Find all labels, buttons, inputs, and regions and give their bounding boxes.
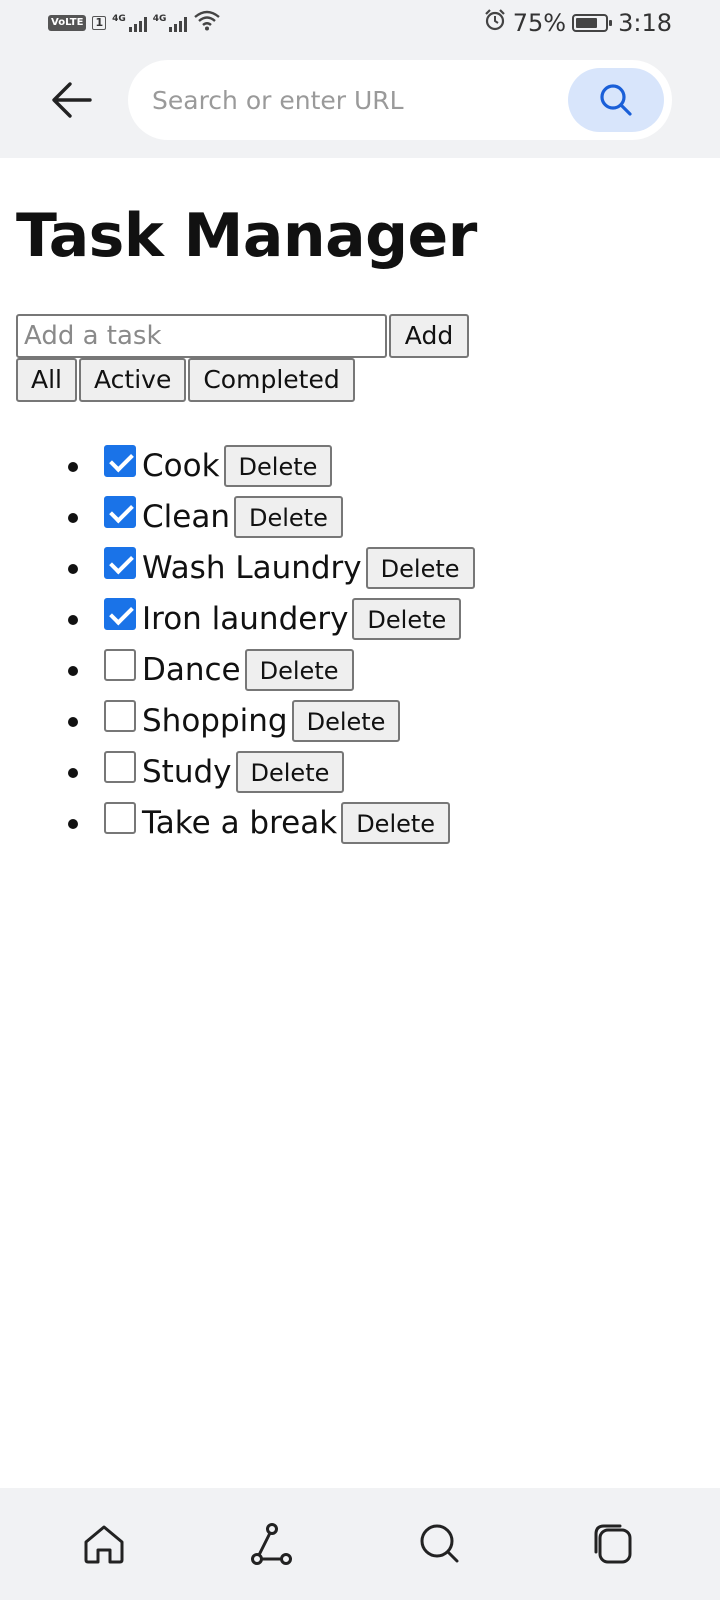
search-icon bbox=[600, 84, 632, 116]
bullet-icon bbox=[68, 462, 78, 472]
signal-icon: 4G bbox=[153, 14, 188, 32]
task-item: Shopping Delete bbox=[16, 695, 706, 746]
status-right: 75% 3:18 bbox=[483, 8, 672, 38]
search-button[interactable] bbox=[568, 68, 664, 132]
home-icon bbox=[84, 1525, 124, 1564]
share-nodes-icon bbox=[251, 1523, 292, 1565]
task-item: Study Delete bbox=[16, 746, 706, 797]
filter-row: All Active Completed bbox=[16, 358, 706, 402]
bullet-icon bbox=[68, 615, 78, 625]
add-task-row: Add bbox=[16, 314, 706, 358]
task-list: Cook Delete Clean Delete Wash Laundry Delete I… bbox=[16, 440, 706, 848]
filter-completed-button[interactable]: Completed bbox=[188, 358, 355, 402]
delete-button[interactable]: Delete bbox=[244, 648, 354, 691]
search-icon bbox=[420, 1524, 459, 1563]
nav-search-button[interactable] bbox=[412, 1516, 468, 1572]
task-item: Wash Laundry Delete bbox=[16, 542, 706, 593]
task-checkbox[interactable] bbox=[104, 699, 136, 732]
url-input[interactable] bbox=[152, 78, 562, 122]
task-label: Cook bbox=[142, 447, 220, 484]
task-label: Shopping bbox=[142, 702, 288, 739]
page-title: Task Manager bbox=[16, 201, 477, 271]
bullet-icon bbox=[68, 819, 78, 829]
bullet-icon bbox=[68, 666, 78, 676]
task-item: Cook Delete bbox=[16, 440, 706, 491]
task-checkbox[interactable] bbox=[104, 546, 136, 579]
task-item: Clean Delete bbox=[16, 491, 706, 542]
delete-button[interactable]: Delete bbox=[352, 597, 462, 640]
task-item: Dance Delete bbox=[16, 644, 706, 695]
clock: 3:18 bbox=[618, 9, 672, 37]
task-checkbox[interactable] bbox=[104, 444, 136, 477]
battery-percent: 75% bbox=[512, 9, 567, 37]
task-checkbox[interactable] bbox=[104, 750, 136, 783]
status-bar: VoLTE 1 4G 4G 75% 3:18 bbox=[0, 0, 720, 46]
alarm-icon bbox=[483, 8, 507, 38]
filter-all-button[interactable]: All bbox=[16, 358, 77, 402]
delete-button[interactable]: Delete bbox=[235, 750, 345, 793]
task-label: Study bbox=[142, 753, 232, 790]
status-left: VoLTE 1 4G 4G bbox=[48, 9, 221, 37]
delete-button[interactable]: Delete bbox=[223, 444, 333, 487]
wifi-icon bbox=[193, 9, 221, 37]
add-task-input[interactable] bbox=[16, 314, 387, 358]
task-label: Clean bbox=[142, 498, 230, 535]
home-button[interactable] bbox=[76, 1516, 132, 1572]
task-manager-page: Task Manager Add All Active Completed Co… bbox=[16, 200, 706, 848]
bullet-icon bbox=[68, 768, 78, 778]
browser-toolbar bbox=[0, 46, 720, 158]
task-checkbox[interactable] bbox=[104, 495, 136, 528]
task-item: Take a break Delete bbox=[16, 797, 706, 848]
filter-active-button[interactable]: Active bbox=[79, 358, 187, 402]
task-label: Iron laundery bbox=[142, 600, 349, 637]
sim-badge: 1 bbox=[92, 16, 107, 30]
task-checkbox[interactable] bbox=[104, 801, 136, 834]
battery-icon bbox=[572, 14, 613, 32]
delete-button[interactable]: Delete bbox=[291, 699, 401, 742]
back-button[interactable] bbox=[44, 72, 100, 128]
task-label: Take a break bbox=[142, 804, 338, 841]
volte-badge: VoLTE bbox=[48, 15, 87, 31]
task-checkbox[interactable] bbox=[104, 648, 136, 681]
share-button[interactable] bbox=[244, 1516, 300, 1572]
signal-icon: 4G bbox=[112, 14, 147, 32]
add-button[interactable]: Add bbox=[389, 314, 469, 358]
address-bar[interactable] bbox=[128, 60, 672, 140]
task-label: Wash Laundry bbox=[142, 549, 362, 586]
bullet-icon bbox=[68, 564, 78, 574]
delete-button[interactable]: Delete bbox=[233, 495, 343, 538]
delete-button[interactable]: Delete bbox=[365, 546, 475, 589]
task-checkbox[interactable] bbox=[104, 597, 136, 630]
bullet-icon bbox=[68, 717, 78, 727]
task-item: Iron laundery Delete bbox=[16, 593, 706, 644]
bullet-icon bbox=[68, 513, 78, 523]
network-type: 4G bbox=[152, 14, 167, 24]
delete-button[interactable]: Delete bbox=[341, 801, 451, 844]
tabs-icon bbox=[594, 1524, 632, 1564]
arrow-left-icon bbox=[52, 82, 92, 118]
network-type: 4G bbox=[112, 14, 126, 24]
bottom-navigation bbox=[0, 1488, 720, 1600]
task-label: Dance bbox=[142, 651, 241, 688]
tabs-button[interactable] bbox=[586, 1516, 642, 1572]
